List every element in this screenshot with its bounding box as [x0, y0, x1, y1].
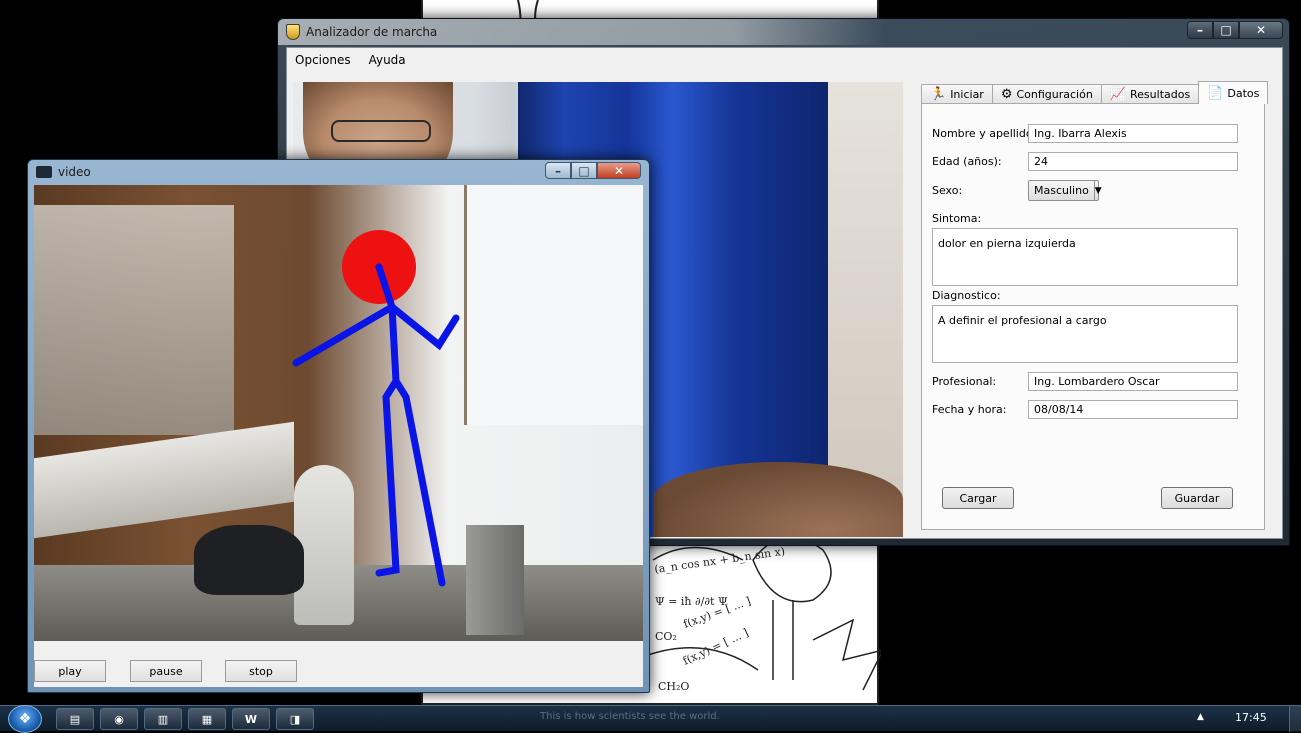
bone-left-arm: [292, 303, 396, 367]
main-titlebar[interactable]: Analizador de marcha – □ ✕: [278, 19, 1289, 45]
guardar-button[interactable]: Guardar: [1161, 487, 1233, 509]
tab-configuracion-label: Configuración: [1016, 88, 1093, 101]
tab-resultados[interactable]: 📈 Resultados: [1100, 84, 1200, 104]
taskbar-word[interactable]: W: [232, 708, 270, 730]
bone-right-leg: [392, 377, 446, 587]
tab-datos-label: Datos: [1227, 86, 1260, 100]
professional-label: Profesional:: [932, 375, 997, 388]
taskbar-chrome[interactable]: ◉: [100, 708, 138, 730]
tab-iniciar-label: Iniciar: [950, 88, 984, 101]
video-titlebar[interactable]: video – □ ✕: [28, 160, 649, 184]
app-shield-icon: [286, 24, 300, 40]
video-client-area: play pause stop: [34, 185, 643, 687]
menu-opciones[interactable]: Opciones: [293, 51, 353, 69]
bone-left-leg: [375, 377, 400, 577]
show-desktop-button[interactable]: [1289, 706, 1301, 732]
tab-bar: 🏃 Iniciar ⚙ Configuración 📈 Resultados 📄…: [921, 81, 1269, 104]
svg-text:CH₂O: CH₂O: [658, 680, 689, 693]
age-field[interactable]: 24: [1028, 152, 1238, 171]
chevron-down-icon: ▼: [1093, 181, 1102, 200]
video-maximize-button[interactable]: □: [571, 162, 597, 179]
name-label: Nombre y apellido:: [932, 127, 1037, 140]
date-field[interactable]: 08/08/14: [1028, 400, 1238, 419]
cargar-button[interactable]: Cargar: [942, 487, 1014, 509]
age-label: Edad (años):: [932, 155, 1002, 168]
stop-button[interactable]: stop: [225, 660, 297, 682]
clock[interactable]: 17:45: [1235, 711, 1267, 724]
diagnosis-label: Diagnostico:: [932, 289, 1001, 302]
pause-button[interactable]: pause: [130, 660, 202, 682]
bone-right-arm: [388, 303, 460, 351]
svg-text:f(x,y) = [ ... ]: f(x,y) = [ ... ]: [681, 626, 751, 668]
tab-widget: 🏃 Iniciar ⚙ Configuración 📈 Resultados 📄…: [921, 81, 1269, 530]
menu-ayuda[interactable]: Ayuda: [367, 51, 408, 69]
close-button[interactable]: ✕: [1239, 21, 1283, 39]
skeleton-overlay: [292, 230, 460, 587]
name-field[interactable]: Ing. Ibarra Alexis: [1028, 124, 1238, 143]
camera-feed-video: [34, 185, 643, 641]
taskbar: ❖ ▤ ◉ ▥ ▦ W ◨ This is how scientists see…: [0, 705, 1301, 733]
svg-text:CO₂: CO₂: [655, 630, 677, 643]
svg-text:(a_n cos nx + b_n sin x): (a_n cos nx + b_n sin x): [654, 545, 786, 576]
skeleton-bones: [292, 263, 460, 587]
maximize-button[interactable]: □: [1213, 21, 1239, 39]
taskbar-gait-analyzer[interactable]: ◨: [276, 708, 314, 730]
tab-configuracion[interactable]: ⚙ Configuración: [991, 84, 1102, 104]
datos-pane: Nombre y apellido: Ing. Ibarra Alexis Ed…: [921, 103, 1265, 530]
camera-icon: [36, 166, 52, 178]
glasses: [331, 120, 431, 142]
runner-icon: 🏃: [930, 87, 947, 102]
main-window-title: Analizador de marcha: [306, 25, 438, 39]
professional-field[interactable]: Ing. Lombardero Oscar: [1028, 372, 1238, 391]
person-knee: [653, 462, 903, 537]
symptom-textarea[interactable]: dolor en pierna izquierda: [932, 228, 1238, 286]
tab-resultados-label: Resultados: [1130, 88, 1191, 101]
sex-dropdown[interactable]: Masculino ▼: [1028, 180, 1102, 201]
video-window-title: video: [58, 165, 91, 179]
play-button[interactable]: play: [34, 660, 106, 682]
bone-spine: [388, 303, 400, 385]
sex-dropdown-value: Masculino: [1034, 184, 1089, 197]
date-label: Fecha y hora:: [932, 403, 1007, 416]
video-close-button[interactable]: ✕: [597, 162, 641, 179]
tab-iniciar[interactable]: 🏃 Iniciar: [921, 84, 993, 104]
diagnosis-textarea[interactable]: A definir el profesional a cargo: [932, 305, 1238, 363]
tab-datos[interactable]: 📄 Datos: [1198, 81, 1269, 104]
taskbar-files[interactable]: ▥: [144, 708, 182, 730]
symptom-label: Sintoma:: [932, 212, 982, 225]
wallpaper-caption: This is how scientists see the world.: [540, 711, 720, 722]
minimize-button[interactable]: –: [1187, 21, 1213, 39]
taskbar-explorer[interactable]: ▤: [56, 708, 94, 730]
chart-icon: 📈: [1109, 87, 1127, 102]
video-minimize-button[interactable]: –: [545, 162, 571, 179]
sex-label: Sexo:: [932, 184, 963, 197]
gear-icon: ⚙: [1000, 87, 1013, 102]
video-window: video – □ ✕ play pause stop: [27, 159, 650, 693]
taskbar-app[interactable]: ▦: [188, 708, 226, 730]
windows-logo-icon[interactable]: ❖: [8, 705, 42, 733]
document-icon: 📄: [1207, 85, 1224, 101]
tray-arrow-icon[interactable]: ▲: [1197, 712, 1204, 722]
menubar: Opciones Ayuda: [287, 48, 1282, 72]
